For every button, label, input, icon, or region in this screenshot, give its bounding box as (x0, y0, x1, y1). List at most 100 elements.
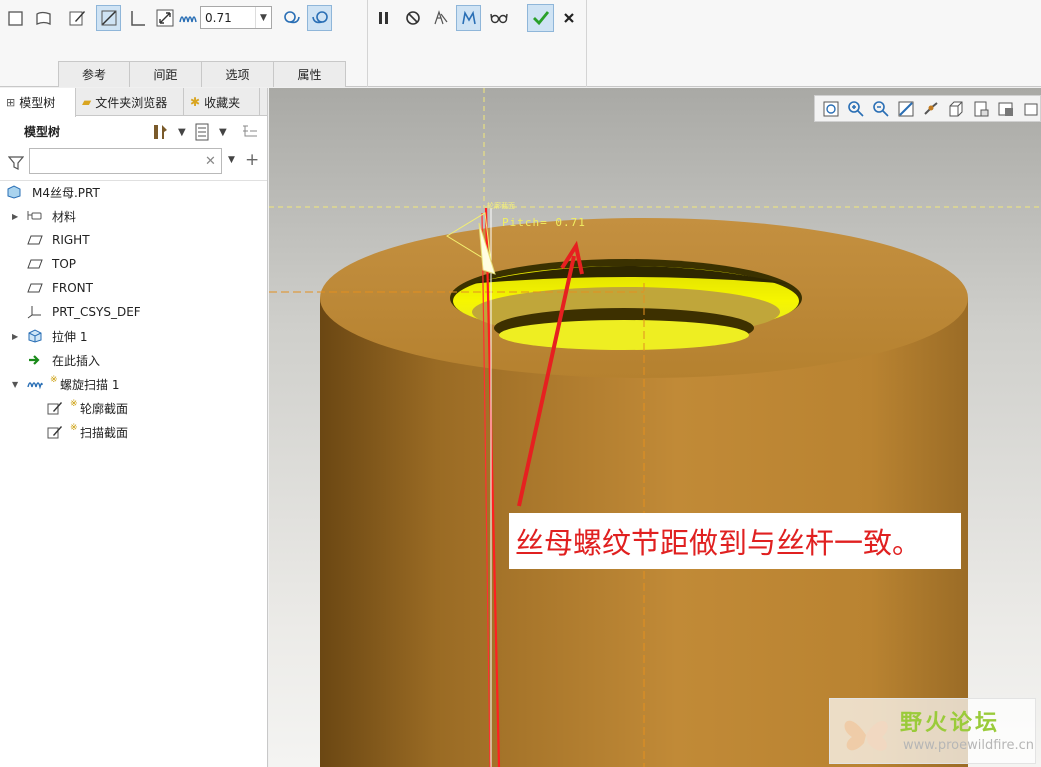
tree-item[interactable]: ※ 扫描截面 (0, 421, 267, 443)
material-icon (26, 208, 44, 224)
tree-columns-icon[interactable] (240, 123, 260, 141)
pause-button[interactable] (371, 5, 396, 31)
tab-favorites[interactable]: ✱ 收藏夹 (184, 88, 260, 116)
tree-item[interactable]: RIGHT (0, 229, 267, 251)
cancel-feature-button[interactable] (556, 5, 581, 31)
tree-item[interactable]: ▶ 拉伸 1 (0, 325, 267, 347)
pencil-sketch-icon (69, 11, 85, 26)
modified-marker-icon: ※ (70, 423, 78, 433)
graphics-view-toolbar (814, 95, 1041, 122)
glasses-attached-icon (433, 10, 447, 25)
part-icon (5, 184, 23, 200)
preview-feature-icon (461, 10, 476, 25)
no-preview-button[interactable] (400, 5, 425, 31)
tab-pitch[interactable]: 间距 (130, 61, 202, 87)
chevron-down-icon[interactable]: ▼ (255, 7, 271, 28)
tab-properties[interactable]: 属性 (274, 61, 346, 87)
right-hand-helix-icon (311, 11, 328, 24)
flip-direction-button[interactable] (152, 5, 177, 31)
chevron-down-icon[interactable]: ▼ (219, 123, 227, 141)
tree-item-label: 轮廓截面 (80, 401, 129, 416)
verify-mode-button[interactable] (486, 5, 511, 31)
pitch-value-combobox[interactable]: 0.71 ▼ (200, 6, 272, 29)
tree-item[interactable]: FRONT (0, 277, 267, 299)
sketch-icon (46, 424, 64, 440)
filter-funnel-icon[interactable] (8, 155, 24, 171)
create-solid-button[interactable] (3, 5, 28, 31)
left-handed-rule-button[interactable] (279, 5, 304, 31)
tree-item-label: 在此插入 (52, 353, 101, 368)
graphics-window[interactable]: 轮廓截面 Pitch= 0.71 丝母螺纹节距做到与丝杆一致。 野火论坛 www… (269, 88, 1041, 767)
show-list-icon[interactable] (194, 123, 210, 141)
tree-item[interactable]: TOP (0, 253, 267, 275)
sketch-section-button[interactable] (64, 5, 89, 31)
remove-material-icon (100, 10, 117, 26)
saved-views-icon[interactable] (971, 99, 990, 119)
insert-here-arrow-icon (26, 352, 44, 368)
add-filter-plus-icon[interactable]: + (245, 150, 259, 170)
left-hand-helix-icon (283, 11, 300, 24)
tab-references[interactable]: 参考 (58, 61, 130, 87)
zoom-in-icon[interactable] (846, 99, 865, 119)
tab-options[interactable]: 选项 (202, 61, 274, 87)
modified-marker-icon: ※ (50, 375, 58, 385)
model-tree-icon: ⊞ (6, 96, 16, 109)
csys-icon (26, 304, 44, 320)
no-preview-icon (405, 11, 420, 25)
tree-item-label: 拉伸 1 (52, 329, 88, 344)
tree-item[interactable]: ▶ 材料 (0, 205, 267, 227)
tab-model-tree[interactable]: ⊞ 模型树 (0, 88, 76, 117)
tab-folder-browser[interactable]: ▰ 文件夹浏览器 (76, 88, 184, 116)
perspective-view-icon[interactable] (1021, 99, 1040, 119)
flip-arrow-icon (156, 9, 173, 27)
tree-filter-row: ✕ ▼ + (0, 146, 267, 178)
expand-arrow-icon[interactable]: ▶ (12, 212, 22, 221)
remove-material-button[interactable] (96, 5, 121, 31)
3d-model-view (269, 88, 1041, 767)
tree-item-label: 扫描截面 (80, 425, 129, 440)
helical-sweep-icon (26, 376, 44, 392)
tree-item[interactable]: PRT_CSYS_DEF (0, 301, 267, 323)
butterfly-logo-icon (844, 720, 888, 751)
view-manager-icon[interactable] (996, 99, 1015, 119)
display-style-icon[interactable] (946, 99, 965, 119)
clear-search-icon[interactable]: ✕ (205, 154, 216, 169)
favorites-star-icon: ✱ (190, 95, 201, 109)
detached-preview-button[interactable] (456, 5, 481, 31)
accept-feature-button[interactable] (527, 4, 554, 32)
create-surface-button[interactable] (31, 5, 56, 31)
tree-search-input[interactable] (29, 148, 222, 174)
pitch-spring-icon (178, 10, 198, 26)
settings-tools-icon[interactable] (151, 123, 171, 141)
tree-item-label: RIGHT (52, 233, 90, 247)
tree-item[interactable]: ▼ ※ 螺旋扫描 1 (0, 373, 267, 395)
watermark-title: 野火论坛 (900, 711, 1001, 736)
helical-sweep-dashboard: 0.71 ▼ 参考 间距 选项 属性 (0, 0, 1041, 87)
tree-item-label: TOP (52, 257, 77, 271)
spin-center-icon[interactable] (921, 99, 940, 119)
thicken-icon (130, 11, 145, 26)
expand-arrow-icon[interactable]: ▶ (12, 332, 22, 341)
pitch-dimension-label[interactable]: Pitch= 0.71 (502, 216, 586, 229)
datum-plane-icon (26, 280, 44, 296)
thicken-sketch-button[interactable] (125, 5, 150, 31)
pitch-value-text: 0.71 (205, 10, 232, 25)
right-handed-rule-button[interactable] (307, 5, 332, 31)
refit-icon[interactable] (821, 99, 840, 119)
attached-preview-button[interactable] (428, 5, 453, 31)
chevron-down-icon[interactable]: ▼ (228, 155, 235, 165)
zoom-out-icon[interactable] (871, 99, 890, 119)
annotation-callout: 丝母螺纹节距做到与丝杆一致。 (509, 513, 961, 569)
navigator-panel: ⊞ 模型树 ▰ 文件夹浏览器 ✱ 收藏夹 模型树 ▼ ▼ ✕ ▼ + M4丝母.… (0, 88, 268, 767)
collapse-arrow-icon[interactable]: ▼ (12, 380, 22, 389)
tree-item[interactable]: 在此插入 (0, 349, 267, 371)
tree-item[interactable]: ※ 轮廓截面 (0, 397, 267, 419)
datum-plane-icon (26, 256, 44, 272)
repaint-icon[interactable] (896, 99, 915, 119)
tree-item[interactable]: M4丝母.PRT (0, 181, 267, 203)
chevron-down-icon[interactable]: ▼ (178, 123, 186, 141)
model-tree-header: 模型树 ▼ ▼ (0, 116, 267, 146)
creo-application-window: 0.71 ▼ 参考 间距 选项 属性 ⊞ 模型树 ▰ 文件夹浏览器 ✱ 收藏夹 … (0, 0, 1041, 767)
close-icon (563, 13, 574, 23)
tab-model-tree-label: 模型树 (19, 96, 56, 110)
